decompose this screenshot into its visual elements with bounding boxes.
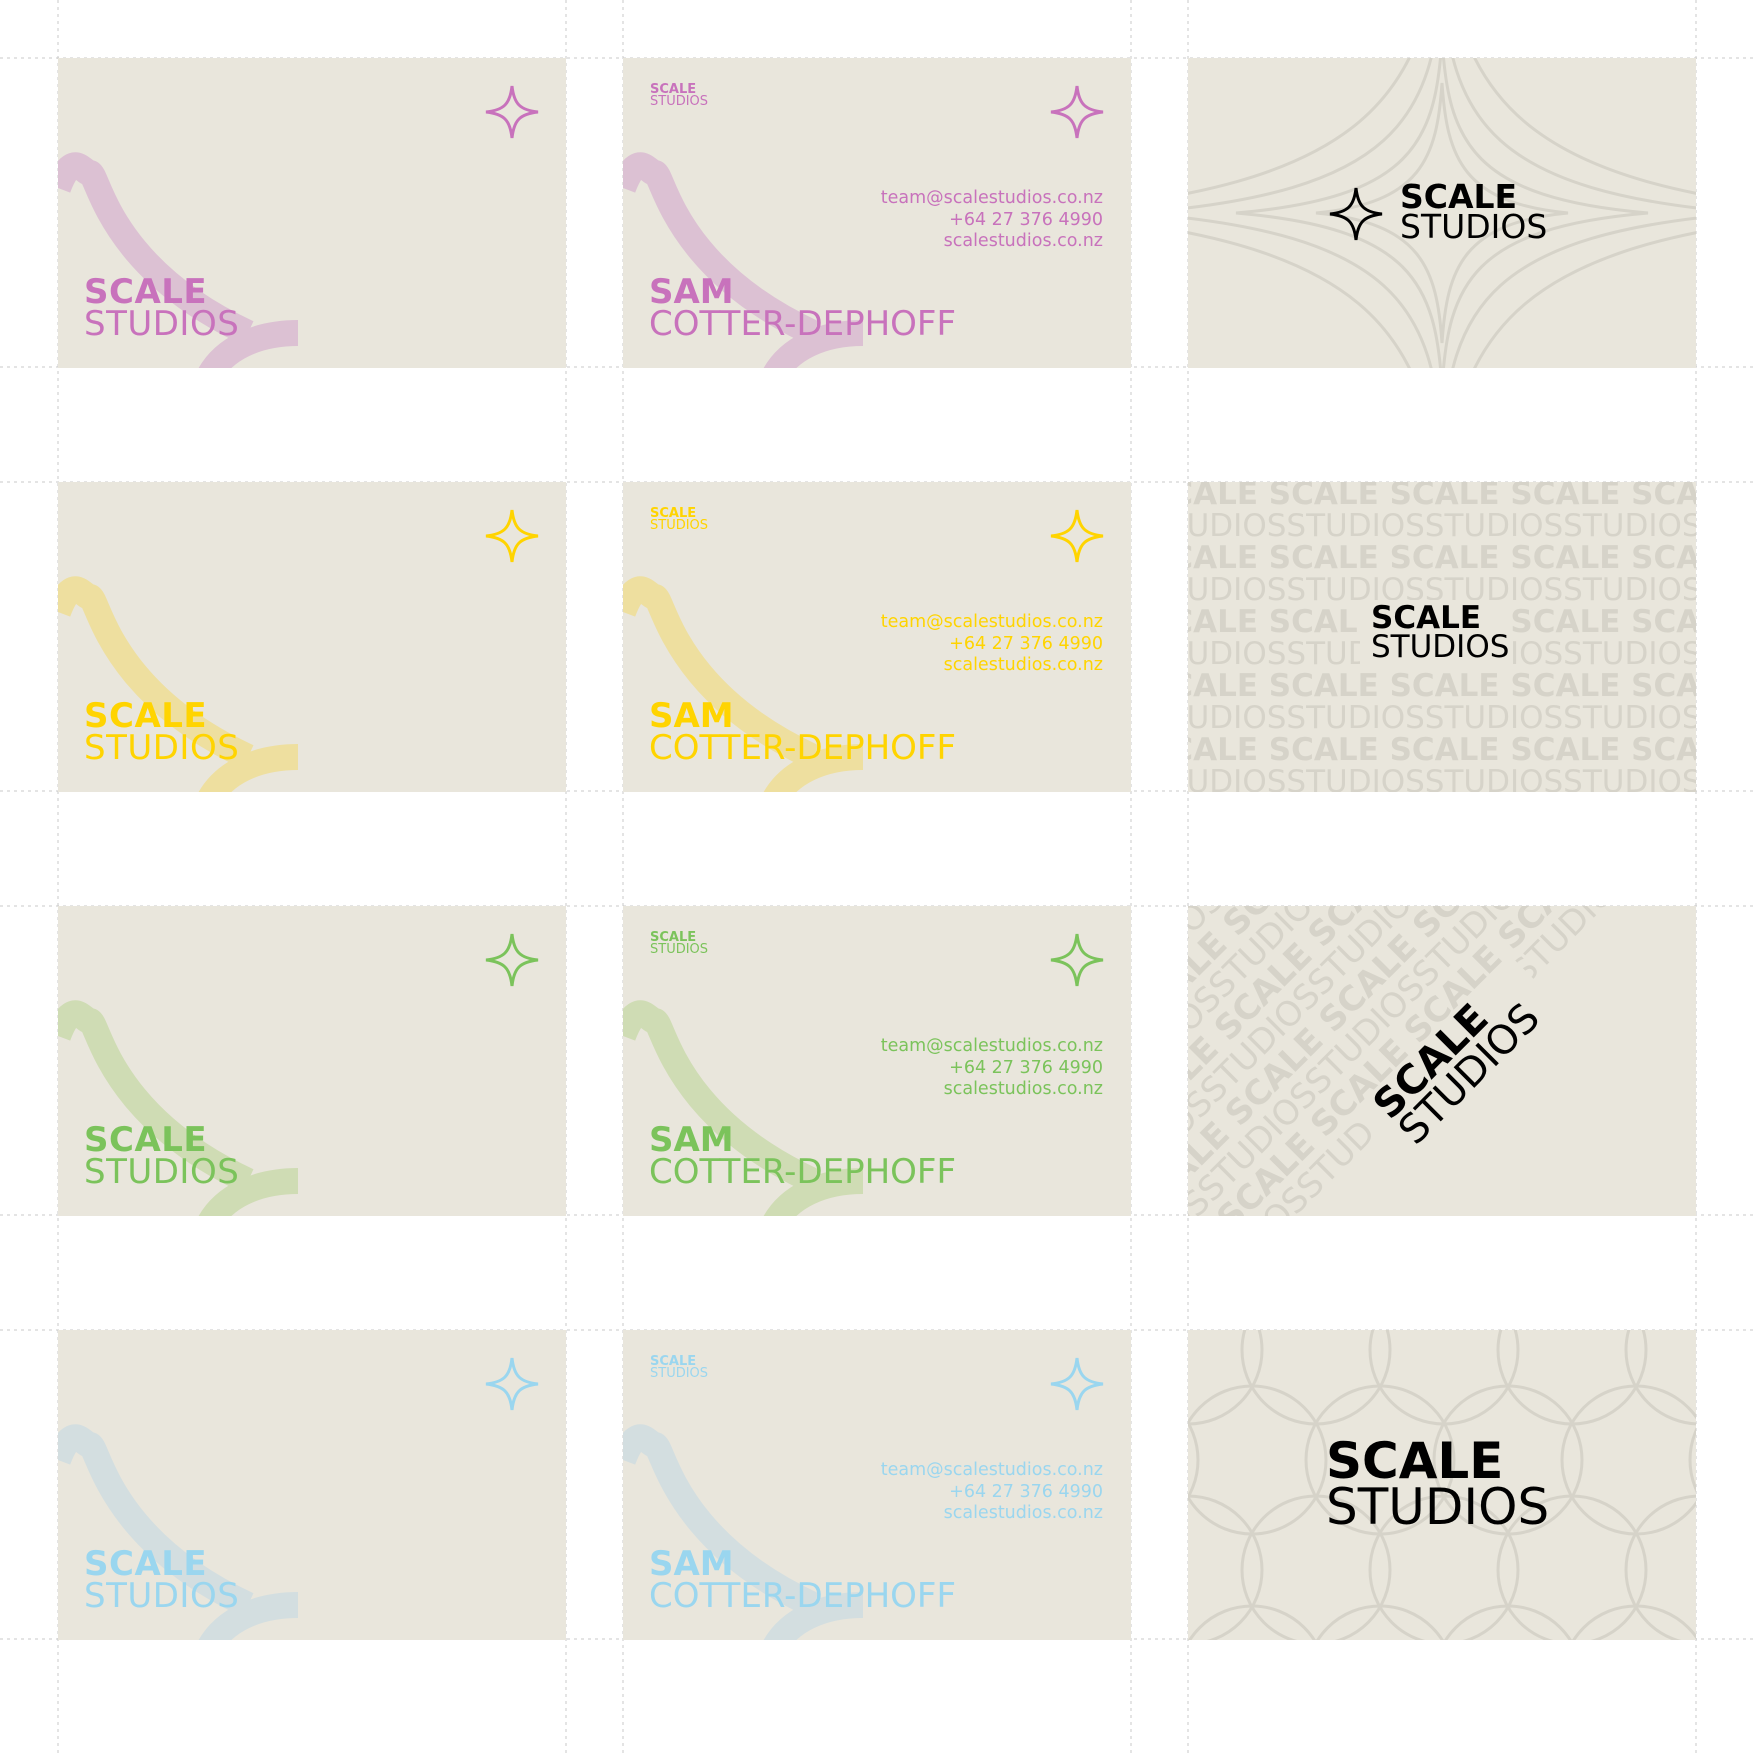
mini-logo-line2: STUDIOS	[650, 942, 709, 957]
contact-phone: +64 27 376 4990	[949, 1057, 1103, 1078]
contact-website: scalestudios.co.nz	[943, 1079, 1103, 1099]
contact-block: team@scalestudios.co.nz +64 27 376 4990 …	[881, 1036, 1103, 1101]
mini-logo-line2: STUDIOS	[650, 1366, 709, 1381]
card-front-blue: SCALE STUDIOS	[58, 1330, 566, 1640]
pattern-circle	[1188, 1604, 1317, 1640]
card-back-text-grid: SCALE SCALE SCALE SCALE SCALE SCALE STUD…	[1188, 482, 1696, 792]
pattern-circle	[1240, 1330, 1392, 1426]
card-front-green: SCALE STUDIOS	[58, 906, 566, 1216]
pattern-circle	[1443, 1604, 1573, 1640]
person-name: SAM COTTER-DEPHOFF	[649, 1123, 957, 1192]
brand-logo: SCALE STUDIOS	[84, 275, 240, 344]
brand-line2: STUDIOS	[1400, 207, 1548, 246]
mini-logo: SCALE STUDIOS	[650, 83, 709, 109]
four-point-star-icon	[485, 509, 539, 563]
contact-block: team@scalestudios.co.nz +64 27 376 4990 …	[881, 188, 1103, 253]
contact-phone: +64 27 376 4990	[949, 209, 1103, 230]
contact-phone: +64 27 376 4990	[949, 633, 1103, 654]
brand-logo: SCALE STUDIOS	[1371, 603, 1510, 665]
pattern-word-bold: SCALE SCALE SCALE SCALE SCALE SCALE	[1188, 540, 1696, 576]
mini-logo: SCALE STUDIOS	[650, 507, 709, 533]
pattern-word-regular: STUDIOSSTUDIOSSTUDIOSSTUDIOSSTUDIOSSTUDI…	[1188, 700, 1696, 736]
brand-line2: STUDIOS	[1326, 1478, 1550, 1536]
pattern-circle	[1188, 1419, 1200, 1501]
brand-line2: STUDIOS	[1371, 629, 1510, 665]
brand-logo: SCALE STUDIOS	[1326, 1436, 1550, 1536]
card-contact-blue: SCALE STUDIOS team@scalestudios.co.nz +6…	[623, 1330, 1131, 1640]
pattern-circle	[1315, 1604, 1445, 1640]
contact-website: scalestudios.co.nz	[943, 1503, 1103, 1523]
card-back-star-pattern: SCALE STUDIOS	[1188, 58, 1696, 368]
card-front-pink: SCALE STUDIOS	[58, 58, 566, 368]
mini-logo-line2: STUDIOS	[650, 518, 709, 533]
brand-logo: SCALE STUDIOS	[84, 1547, 240, 1616]
pattern-word-regular: STUDIOSSTUDIOSSTUDIOSSTUDIOSSTUDIOSSTUDI…	[1188, 764, 1696, 792]
card-contact-green: SCALE STUDIOS team@scalestudios.co.nz +6…	[623, 906, 1131, 1216]
mini-logo-line2: STUDIOS	[650, 94, 709, 109]
card-back-diagonal-text: SCALE SCALE SCALE SCALE SCALE SCALE SCAL…	[1188, 906, 1696, 1216]
person-name: SAM COTTER-DEPHOFF	[649, 1547, 957, 1616]
person-last-name: COTTER-DEPHOFF	[649, 728, 957, 768]
brand-line2: STUDIOS	[84, 728, 240, 768]
four-point-star-icon	[1050, 509, 1104, 563]
card-front-yellow: SCALE STUDIOS	[58, 482, 566, 792]
four-point-star-icon	[1050, 933, 1104, 987]
four-point-star-icon	[485, 85, 539, 139]
contact-website: scalestudios.co.nz	[943, 231, 1103, 251]
contact-email: team@scalestudios.co.nz	[880, 1036, 1103, 1056]
four-point-star-icon	[1329, 187, 1383, 241]
mini-logo: SCALE STUDIOS	[650, 931, 709, 957]
contact-phone: +64 27 376 4990	[949, 1481, 1103, 1502]
brand-line2: STUDIOS	[84, 1576, 240, 1616]
brand-logo: SCALE STUDIOS	[84, 1123, 240, 1192]
person-last-name: COTTER-DEPHOFF	[649, 304, 957, 344]
person-name: SAM COTTER-DEPHOFF	[649, 699, 957, 768]
brand-line2: STUDIOS	[84, 304, 240, 344]
person-name: SAM COTTER-DEPHOFF	[649, 275, 957, 344]
four-point-star-icon	[1050, 85, 1104, 139]
brand-logo: SCALE STUDIOS	[1400, 180, 1548, 246]
pattern-circle	[1571, 1604, 1696, 1640]
pattern-word-bold: SCALE SCALE SCALE SCALE SCALE SCALE	[1188, 482, 1696, 512]
person-last-name: COTTER-DEPHOFF	[649, 1152, 957, 1192]
card-contact-pink: SCALE STUDIOS team@scalestudios.co.nz +6…	[623, 58, 1131, 368]
brand-logo: SCALE STUDIOS	[84, 699, 240, 768]
contact-email: team@scalestudios.co.nz	[880, 188, 1103, 208]
card-contact-yellow: SCALE STUDIOS team@scalestudios.co.nz +6…	[623, 482, 1131, 792]
pattern-circle	[1496, 1330, 1648, 1426]
card-back-circle-pattern: SCALE STUDIOS	[1188, 1330, 1696, 1640]
pattern-circle	[1624, 1330, 1696, 1426]
pattern-word-bold: SCALE SCALE SCALE SCALE SCALE SCALE	[1188, 732, 1696, 768]
pattern-circle	[1368, 1330, 1520, 1426]
pattern-word-regular: STUDIOSSTUDIOSSTUDIOSSTUDIOSSTUDIOSSTUDI…	[1188, 508, 1696, 544]
four-point-star-icon	[485, 1357, 539, 1411]
contact-email: team@scalestudios.co.nz	[880, 612, 1103, 632]
pattern-word-bold: SCALE SCALE SCALE SCALE SCALE SCALE	[1188, 668, 1696, 704]
mini-logo: SCALE STUDIOS	[650, 1355, 709, 1381]
brand-line2: STUDIOS	[84, 1152, 240, 1192]
contact-block: team@scalestudios.co.nz +64 27 376 4990 …	[881, 1460, 1103, 1525]
contact-website: scalestudios.co.nz	[943, 655, 1103, 675]
four-point-star-icon	[485, 933, 539, 987]
pattern-circle	[1624, 1494, 1696, 1640]
person-last-name: COTTER-DEPHOFF	[649, 1576, 957, 1616]
contact-block: team@scalestudios.co.nz +64 27 376 4990 …	[881, 612, 1103, 677]
contact-email: team@scalestudios.co.nz	[880, 1460, 1103, 1480]
pattern-circle	[1188, 1494, 1264, 1640]
four-point-star-icon	[1050, 1357, 1104, 1411]
